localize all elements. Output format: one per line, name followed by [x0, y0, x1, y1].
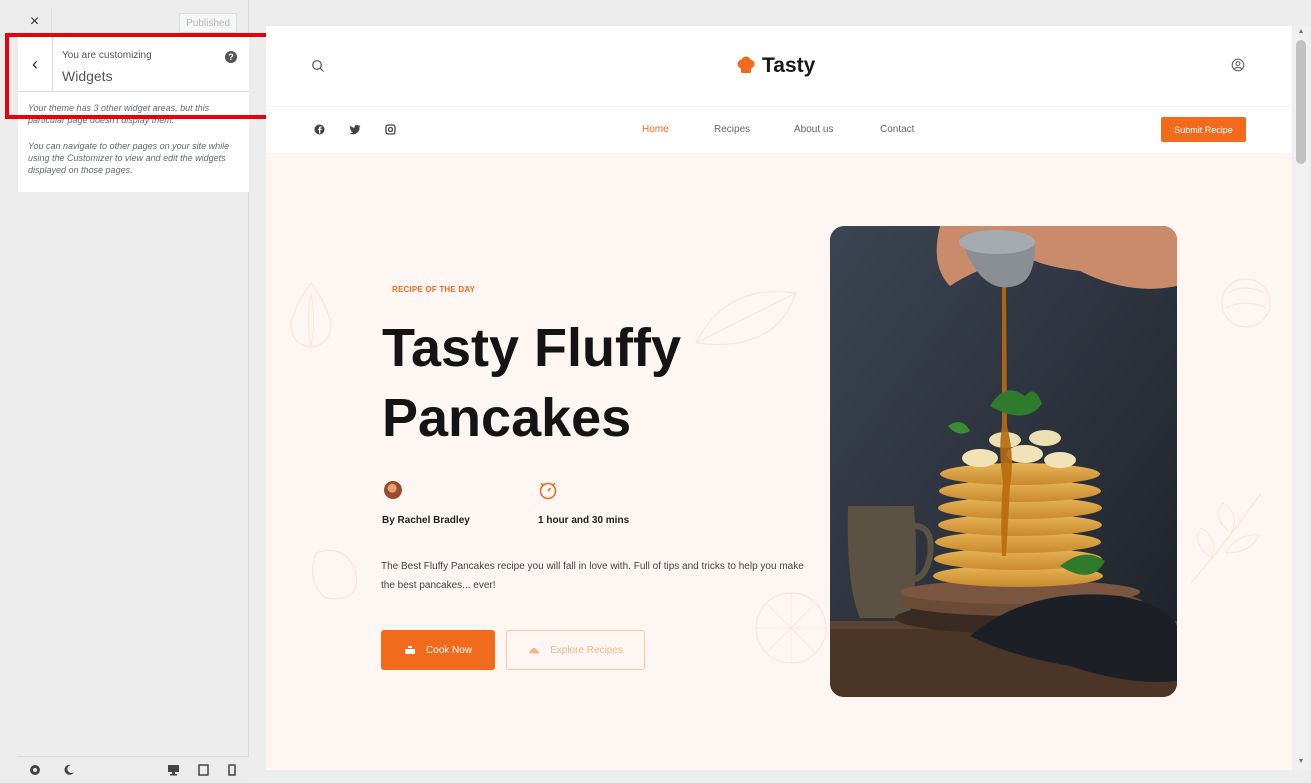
cook-now-label: Cook Now	[425, 644, 473, 656]
timer-icon	[539, 482, 557, 500]
settings-icon[interactable]	[28, 763, 42, 777]
nav-contact[interactable]: Contact	[880, 124, 914, 135]
close-icon: ×	[29, 13, 40, 30]
search-icon[interactable]	[311, 59, 325, 73]
cook-time: 1 hour and 30 mins	[538, 515, 630, 526]
site-logo[interactable]: Tasty	[736, 54, 815, 78]
explore-recipes-label: Explore Recipes	[550, 644, 623, 656]
twitter-icon[interactable]	[348, 123, 361, 136]
site-nav: Home Recipes About us Contact Submit Rec…	[266, 107, 1292, 153]
publish-button[interactable]: Published	[179, 13, 237, 33]
leaf-branch-illustration	[1190, 492, 1262, 584]
author-avatar	[384, 481, 402, 499]
recipe-description: The Best Fluffy Pancakes recipe you will…	[381, 561, 804, 591]
recipe-of-the-day-label: RECIPE OF THE DAY	[392, 285, 476, 294]
nav-recipes[interactable]: Recipes	[714, 124, 750, 135]
scroll-up-icon[interactable]: ▲	[1293, 28, 1309, 38]
dish-icon	[529, 648, 540, 654]
author-name[interactable]: By Rachel Bradley	[382, 515, 470, 526]
garlic-illustration	[290, 281, 332, 348]
highlight-box	[5, 33, 281, 119]
facebook-icon[interactable]	[313, 123, 326, 136]
herb-illustration	[1221, 278, 1271, 328]
instagram-icon[interactable]	[384, 123, 397, 136]
nav-home[interactable]: Home	[642, 124, 669, 135]
logo-text: Tasty	[762, 54, 816, 77]
site-preview: Tasty Home Recipes About us Contact Subm…	[266, 26, 1292, 770]
mobile-preview-icon[interactable]	[225, 763, 239, 777]
preview-scrollbar[interactable]: ▲ ▼	[1293, 26, 1309, 770]
desktop-preview-icon[interactable]	[166, 763, 180, 777]
hero-section: RECIPE OF THE DAY Tasty Fluffy Pancakes …	[266, 153, 1292, 770]
close-button[interactable]: ×	[18, 8, 52, 36]
cook-now-button[interactable]: Cook Now	[381, 630, 495, 670]
chef-hat-icon	[737, 56, 755, 73]
customizer-footer	[18, 756, 249, 783]
dark-mode-icon[interactable]	[62, 763, 76, 777]
navigate-note: You can navigate to other pages on your …	[28, 141, 230, 175]
lemon-illustration	[755, 592, 827, 664]
recipe-title: Tasty Fluffy Pancakes	[382, 318, 682, 448]
explore-recipes-button[interactable]: Explore Recipes	[506, 630, 645, 670]
pepper-illustration	[312, 549, 358, 600]
nav-about[interactable]: About us	[794, 124, 833, 135]
tablet-preview-icon[interactable]	[196, 763, 210, 777]
scroll-thumb[interactable]	[1296, 40, 1306, 164]
scroll-down-icon[interactable]: ▼	[1293, 758, 1309, 768]
customizer-topbar: × Published	[0, 8, 249, 36]
cooking-pot-icon	[404, 646, 415, 654]
submit-recipe-button[interactable]: Submit Recipe	[1161, 117, 1246, 142]
pancakes-photo	[830, 226, 1177, 697]
user-icon[interactable]	[1231, 58, 1245, 72]
site-header: Tasty	[266, 26, 1292, 106]
